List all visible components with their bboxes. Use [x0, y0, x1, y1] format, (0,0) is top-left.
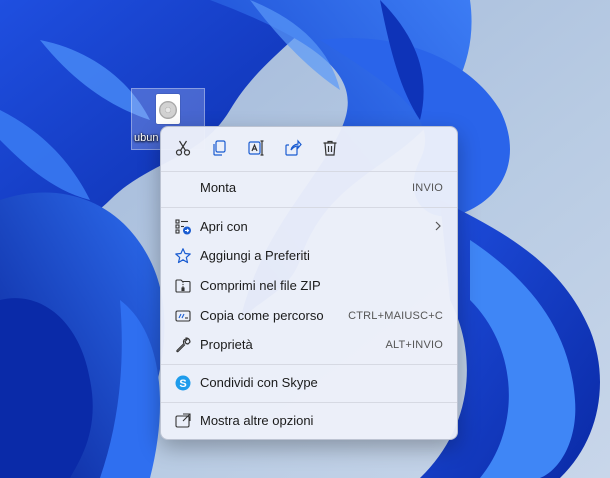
menu-item-label: Aggiungi a Preferiti	[200, 248, 310, 263]
star-icon	[174, 247, 192, 265]
more-options-icon	[174, 412, 192, 430]
svg-text:S: S	[179, 378, 186, 390]
menu-item-label: Condividi con Skype	[200, 375, 318, 390]
quick-actions-bar	[161, 127, 457, 171]
separator	[161, 364, 457, 365]
delete-button[interactable]	[319, 137, 341, 159]
skype-icon: S	[174, 374, 192, 392]
menu-item-shortcut: CTRL+MAIUSC+C	[348, 310, 443, 322]
menu-item-label: Copia come percorso	[200, 308, 324, 323]
menu-item-label: Comprimi nel file ZIP	[200, 278, 321, 293]
cut-icon	[175, 140, 191, 156]
menu-item-label: Monta	[200, 180, 237, 195]
menu-item-aggiungi-preferiti[interactable]: Aggiungi a Preferiti	[161, 242, 457, 270]
menu-item-comprimi-zip[interactable]: Comprimi nel file ZIP	[161, 272, 457, 300]
separator	[161, 171, 457, 172]
open-with-icon	[174, 218, 192, 236]
rename-button[interactable]	[245, 137, 267, 159]
chevron-right-icon	[433, 217, 443, 235]
menu-item-apri-con[interactable]: Apri con	[161, 213, 457, 241]
menu-item-label: Apri con	[200, 219, 248, 234]
menu-item-monta[interactable]: Monta INVIO	[161, 174, 457, 202]
share-icon	[285, 139, 302, 156]
menu-item-shortcut: INVIO	[412, 182, 443, 194]
zip-folder-icon	[174, 277, 192, 295]
copy-icon	[213, 140, 226, 156]
menu-item-shortcut: ALT+INVIO	[385, 339, 443, 351]
rename-icon	[248, 140, 264, 156]
separator	[161, 402, 457, 403]
cut-button[interactable]	[172, 137, 194, 159]
wrench-icon	[174, 336, 192, 354]
share-button[interactable]	[282, 137, 304, 159]
menu-item-proprieta[interactable]: Proprietà ALT+INVIO	[161, 331, 457, 359]
disc-image-file-icon	[156, 94, 180, 124]
copy-path-icon	[174, 307, 192, 325]
menu-item-copia-percorso[interactable]: Copia come percorso CTRL+MAIUSC+C	[161, 302, 457, 330]
copy-button[interactable]	[208, 137, 230, 159]
menu-item-label: Proprietà	[200, 337, 253, 352]
delete-icon	[323, 140, 337, 156]
menu-item-label: Mostra altre opzioni	[200, 413, 314, 428]
menu-item-mostra-altre-opzioni[interactable]: Mostra altre opzioni	[161, 407, 457, 435]
separator	[161, 207, 457, 208]
context-menu: Monta INVIO Apri con Aggiungi a Preferit…	[160, 126, 458, 440]
desktop-file-name: ubun	[134, 132, 159, 144]
menu-item-condividi-skype[interactable]: S Condividi con Skype	[161, 369, 457, 397]
